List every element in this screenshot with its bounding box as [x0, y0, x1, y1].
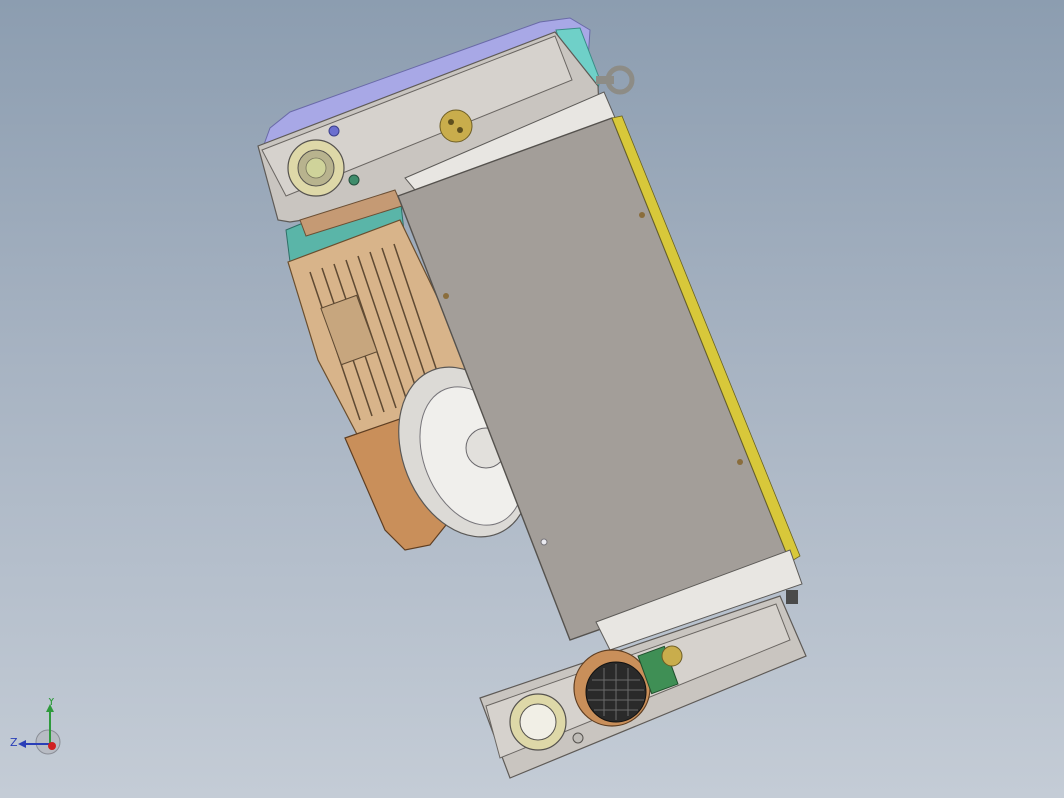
axis-triad: Y Z — [10, 698, 61, 755]
lower-bore-inner — [519, 703, 557, 741]
x-axis-marker — [48, 742, 56, 750]
upper-bore-core — [305, 157, 327, 179]
cover-screw — [737, 459, 743, 465]
z-axis-arrow — [18, 740, 26, 748]
blue-screw — [328, 125, 340, 137]
green-fitting — [348, 174, 360, 186]
brass-plug-dot — [457, 127, 463, 133]
gearbox-assembly-model[interactable] — [0, 0, 1064, 798]
cover-screw — [443, 293, 449, 299]
lower-rail-bolt — [786, 590, 798, 604]
cover-screw — [639, 212, 645, 218]
lower-brass-plug — [661, 645, 683, 667]
eye-bolt-stem — [596, 76, 614, 84]
cad-viewport[interactable]: Y Z — [0, 0, 1064, 798]
lower-bolt — [572, 732, 584, 744]
brass-plug-dot — [448, 119, 454, 125]
z-axis-label: Z — [10, 736, 18, 749]
triad-origin-disc — [35, 729, 61, 755]
y-axis-label: Y — [47, 698, 55, 708]
cover-screw — [540, 538, 548, 546]
brass-plug — [439, 109, 473, 143]
